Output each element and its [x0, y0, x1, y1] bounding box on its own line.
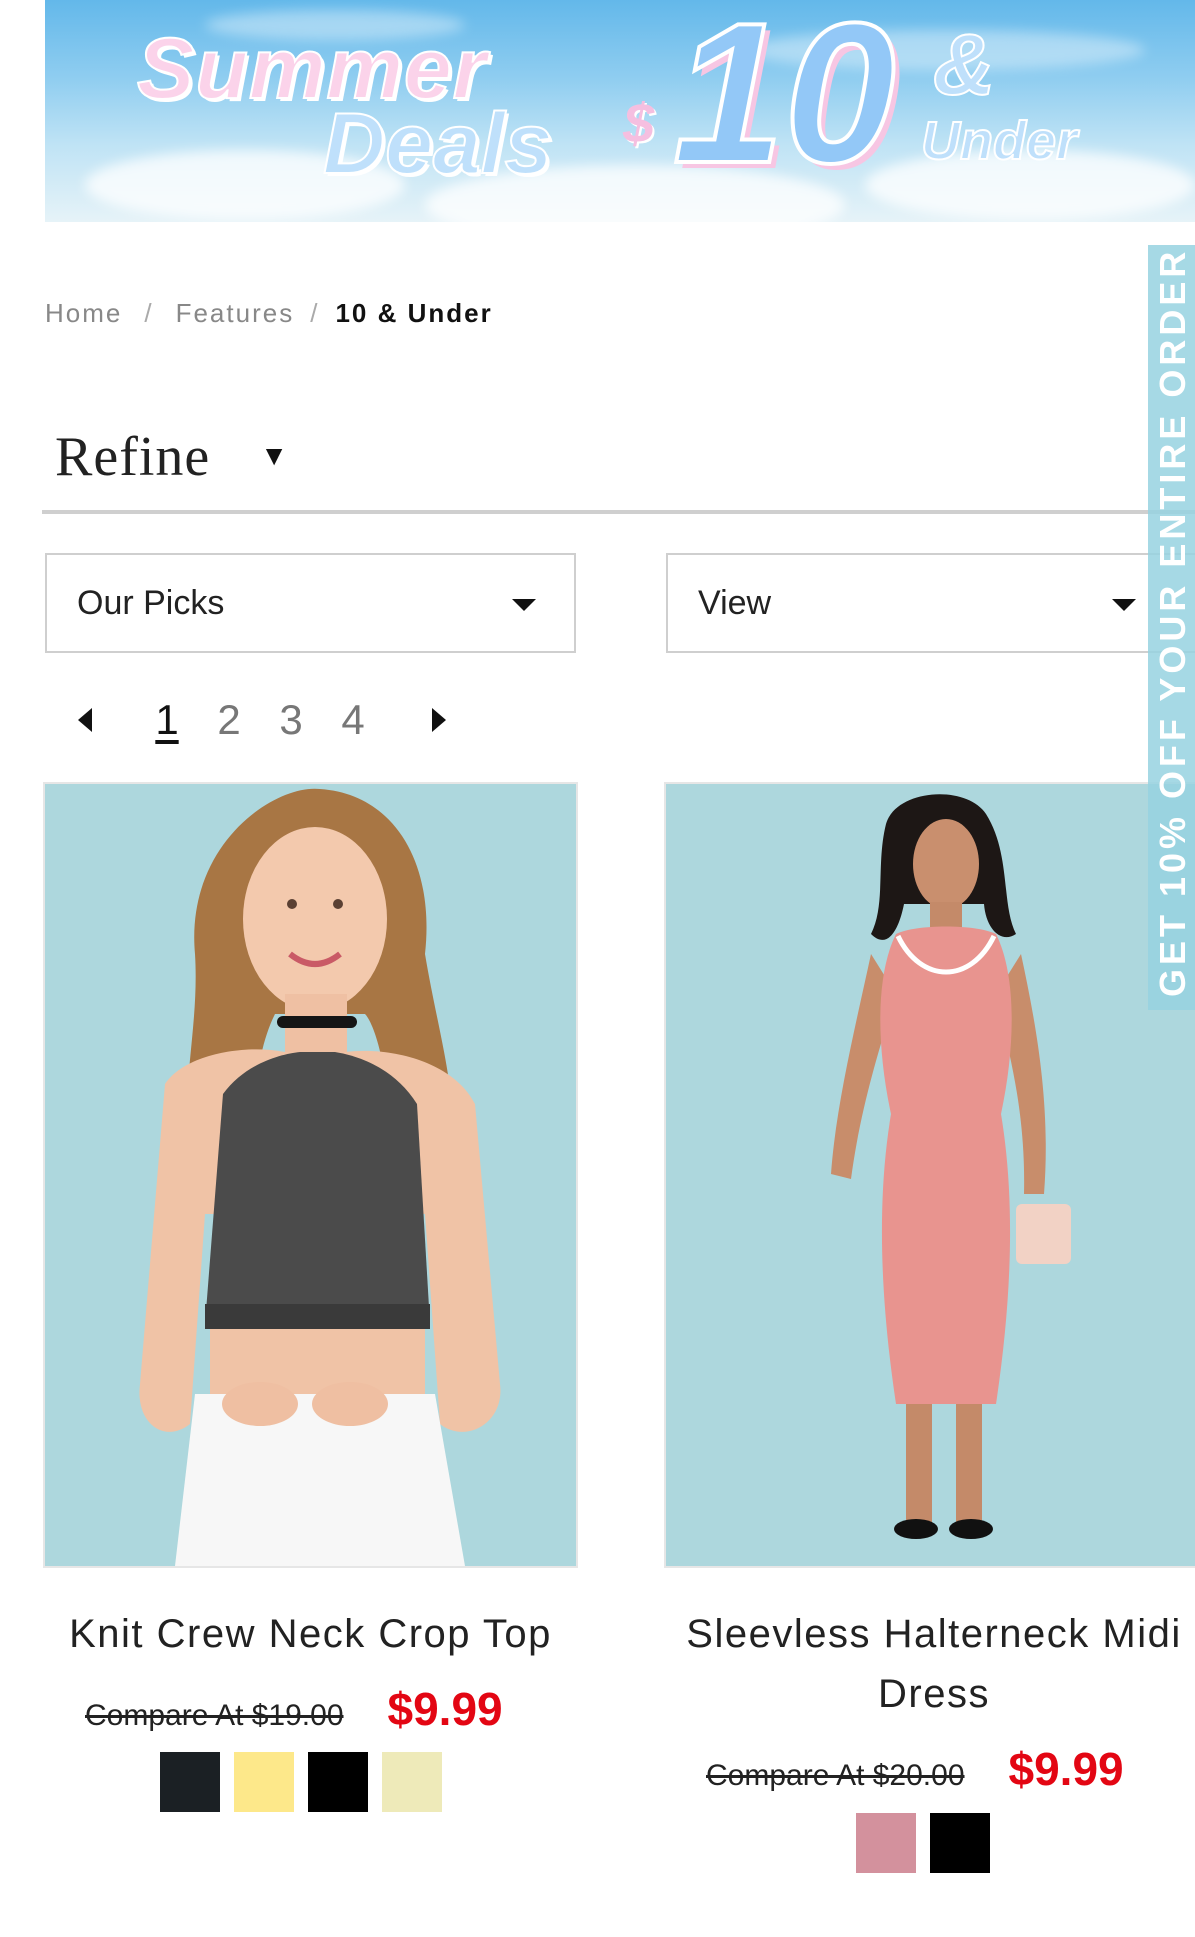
color-swatch[interactable]	[234, 1752, 294, 1812]
next-page-icon[interactable]	[432, 708, 446, 732]
sort-select-value: Our Picks	[77, 583, 225, 622]
pagination: 1 2 3 4	[78, 690, 446, 750]
view-select-value: View	[698, 583, 772, 622]
sort-select[interactable]: Our Picks	[45, 553, 576, 653]
color-swatches	[160, 1752, 442, 1812]
model-crop-top-illustration	[45, 784, 576, 1566]
color-swatch[interactable]	[308, 1752, 368, 1812]
product-title[interactable]: Sleevless Halterneck Midi Dress	[664, 1604, 1195, 1724]
breadcrumb: Home / Features / 10 & Under	[45, 298, 493, 329]
page-link-1[interactable]: 1	[136, 696, 198, 744]
banner-ampersand: &	[932, 17, 996, 113]
color-swatch[interactable]	[856, 1813, 916, 1873]
page: Summer Deals $ 10 & Under Home / Feature…	[0, 0, 1195, 1937]
chevron-down-icon	[1112, 599, 1136, 611]
page-link-4[interactable]: 4	[322, 696, 384, 744]
breadcrumb-current: 10 & Under	[335, 298, 493, 328]
product-title[interactable]: Knit Crew Neck Crop Top	[43, 1604, 578, 1664]
refine-label: Refine	[55, 426, 211, 488]
side-tab-label: GET 10% OFF YOUR ENTIRE ORDER	[1152, 247, 1193, 997]
breadcrumb-features-link[interactable]: Features	[176, 298, 295, 329]
banner-amount: 10	[671, 0, 897, 205]
divider	[42, 510, 1195, 514]
color-swatch[interactable]	[930, 1813, 990, 1873]
refine-toggle[interactable]: Refine ▼	[55, 425, 289, 489]
banner-currency: $	[623, 91, 655, 154]
page-link-3[interactable]: 3	[260, 696, 322, 744]
summer-deals-banner[interactable]: Summer Deals $ 10 & Under	[45, 0, 1195, 222]
discount-side-tab[interactable]: GET 10% OFF YOUR ENTIRE ORDER	[1148, 245, 1195, 1010]
price-row: Compare At $20.00 $9.99	[706, 1742, 1124, 1796]
product-image-crop-top[interactable]	[43, 782, 578, 1568]
price-row: Compare At $19.00 $9.99	[85, 1682, 503, 1736]
breadcrumb-separator: /	[310, 298, 320, 328]
sale-price: $9.99	[1008, 1743, 1124, 1795]
caret-down-icon: ▼	[260, 441, 289, 472]
chevron-down-icon	[512, 599, 536, 611]
breadcrumb-home-link[interactable]: Home	[45, 298, 122, 329]
sale-price: $9.99	[387, 1683, 503, 1735]
color-swatch[interactable]	[382, 1752, 442, 1812]
model-halterneck-dress-illustration	[666, 784, 1195, 1566]
banner-under: Under	[920, 111, 1078, 171]
prev-page-icon[interactable]	[78, 708, 92, 732]
compare-at-price: Compare At $19.00	[85, 1699, 344, 1732]
view-select[interactable]: View	[666, 553, 1195, 653]
page-link-2[interactable]: 2	[198, 696, 260, 744]
color-swatch[interactable]	[160, 1752, 220, 1812]
breadcrumb-separator: /	[144, 298, 154, 328]
compare-at-price: Compare At $20.00	[706, 1759, 965, 1792]
color-swatches	[856, 1813, 990, 1873]
banner-title-deals: Deals	[322, 95, 553, 193]
product-image-halterneck-dress[interactable]	[664, 782, 1195, 1568]
